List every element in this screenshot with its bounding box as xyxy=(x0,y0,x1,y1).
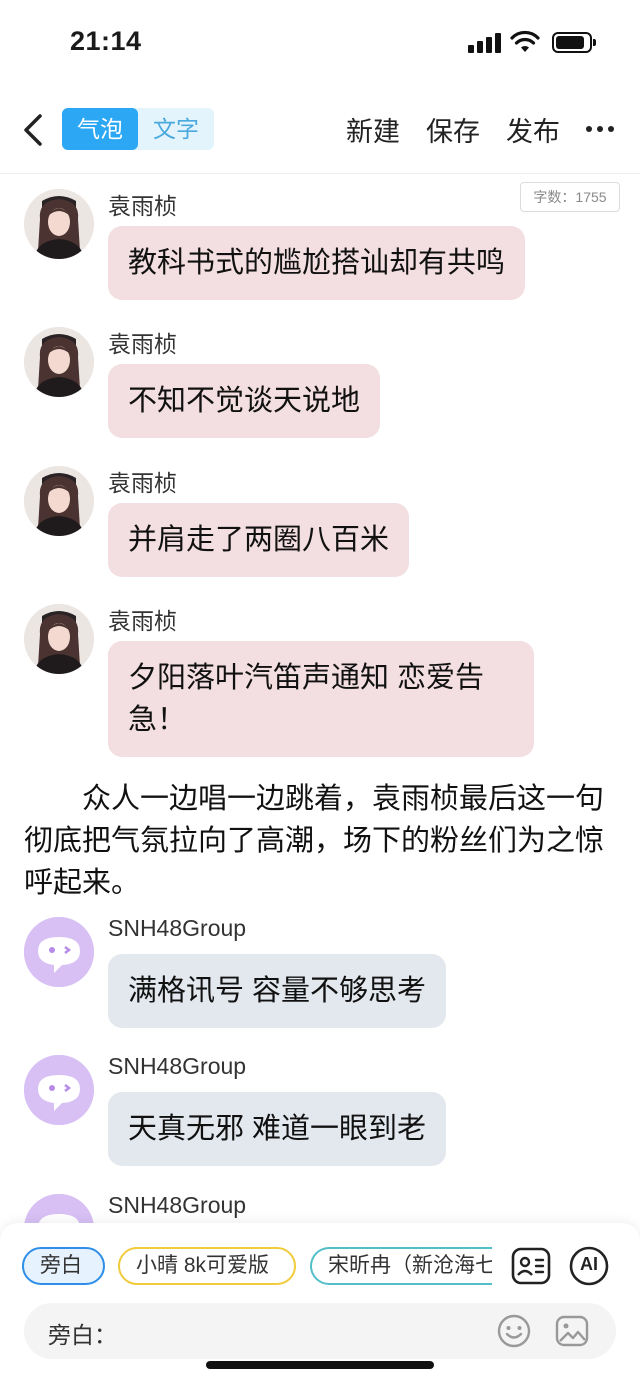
sender-name: 袁雨桢 xyxy=(108,470,177,496)
cellular-signal-icon xyxy=(468,33,502,53)
home-indicator xyxy=(206,1361,434,1369)
mode-bubble-tab[interactable]: 气泡 xyxy=(62,108,138,150)
chat-bubble-logo-avatar[interactable] xyxy=(24,1055,94,1125)
status-bar: 21:14 xyxy=(0,0,640,88)
more-options-icon[interactable] xyxy=(586,126,614,134)
chat-bubble-logo-icon xyxy=(24,1055,94,1125)
person-avatar[interactable] xyxy=(24,604,94,674)
message-bubble[interactable]: 并肩走了两圈八百米 xyxy=(108,503,410,577)
sender-name: 袁雨桢 xyxy=(108,193,177,219)
message-bubble[interactable]: 不知不觉谈天说地 xyxy=(108,364,381,438)
chat-bubble-logo-icon xyxy=(24,917,94,987)
sender-name: SNH48Group xyxy=(108,1053,247,1079)
mode-toggle: 气泡 文字 xyxy=(62,108,214,150)
top-nav-bar: 气泡 文字 新建 保存 发布 xyxy=(0,88,640,174)
back-arrow-icon[interactable] xyxy=(20,110,46,150)
narration-paragraph[interactable]: 众人一边唱一边跳着，袁雨桢最后这一句彻底把气氛拉向了高潮，场下的粉丝们为之惊呼起… xyxy=(24,778,616,904)
person-avatar[interactable] xyxy=(24,466,94,536)
status-time: 21:14 xyxy=(70,26,142,56)
sender-name: SNH48Group xyxy=(108,915,247,941)
sender-name: 袁雨桢 xyxy=(108,608,177,634)
chat-bubble-logo-avatar[interactable] xyxy=(24,917,94,987)
bottom-input-panel: 旁白 小晴 8k可爱版 宋昕冉（新沧海七 AI 旁白： xyxy=(0,1223,640,1385)
message-input[interactable] xyxy=(114,1311,484,1351)
character-card-icon[interactable] xyxy=(510,1245,552,1287)
ai-label: AI xyxy=(580,1254,598,1274)
ai-assistant-button[interactable]: AI xyxy=(568,1245,610,1287)
person-avatar[interactable] xyxy=(24,189,94,259)
message-bubble[interactable]: 夕阳落叶汽笛声通知 恋爱告急！ xyxy=(108,641,534,757)
image-icon[interactable] xyxy=(554,1313,590,1349)
character-chip[interactable]: 宋昕冉（新沧海七 xyxy=(310,1247,492,1285)
message-input-box[interactable]: 旁白： xyxy=(24,1303,616,1359)
emoji-icon[interactable] xyxy=(496,1313,532,1349)
wifi-icon xyxy=(510,30,540,52)
chat-bubble-logo-avatar[interactable] xyxy=(24,1194,94,1223)
person-avatar[interactable] xyxy=(24,327,94,397)
message-bubble[interactable]: 满格讯号 容量不够思考 xyxy=(108,954,447,1028)
mode-text-tab[interactable]: 文字 xyxy=(138,108,214,150)
message-bubble[interactable]: 天真无邪 难道一眼到老 xyxy=(108,1092,447,1166)
publish-button[interactable]: 发布 xyxy=(506,110,560,149)
input-speaker-label: 旁白： xyxy=(48,1322,117,1348)
save-button[interactable]: 保存 xyxy=(426,110,480,149)
character-chip[interactable]: 小晴 8k可爱版 xyxy=(118,1247,296,1285)
character-chip-narrator[interactable]: 旁白 xyxy=(22,1247,105,1285)
battery-icon xyxy=(552,32,596,53)
sender-name: SNH48Group xyxy=(108,1192,247,1218)
chat-bubble-logo-icon xyxy=(24,1194,94,1223)
new-button[interactable]: 新建 xyxy=(346,110,400,149)
sender-name: 袁雨桢 xyxy=(108,331,177,357)
message-bubble[interactable]: 教科书式的尴尬搭讪却有共鸣 xyxy=(108,226,526,300)
word-count-badge: 字数：1755 xyxy=(520,182,620,212)
story-content[interactable]: 袁雨桢 教科书式的尴尬搭讪却有共鸣 袁雨桢 不知不觉谈天说地 袁雨桢 并肩走了两… xyxy=(0,175,640,1223)
